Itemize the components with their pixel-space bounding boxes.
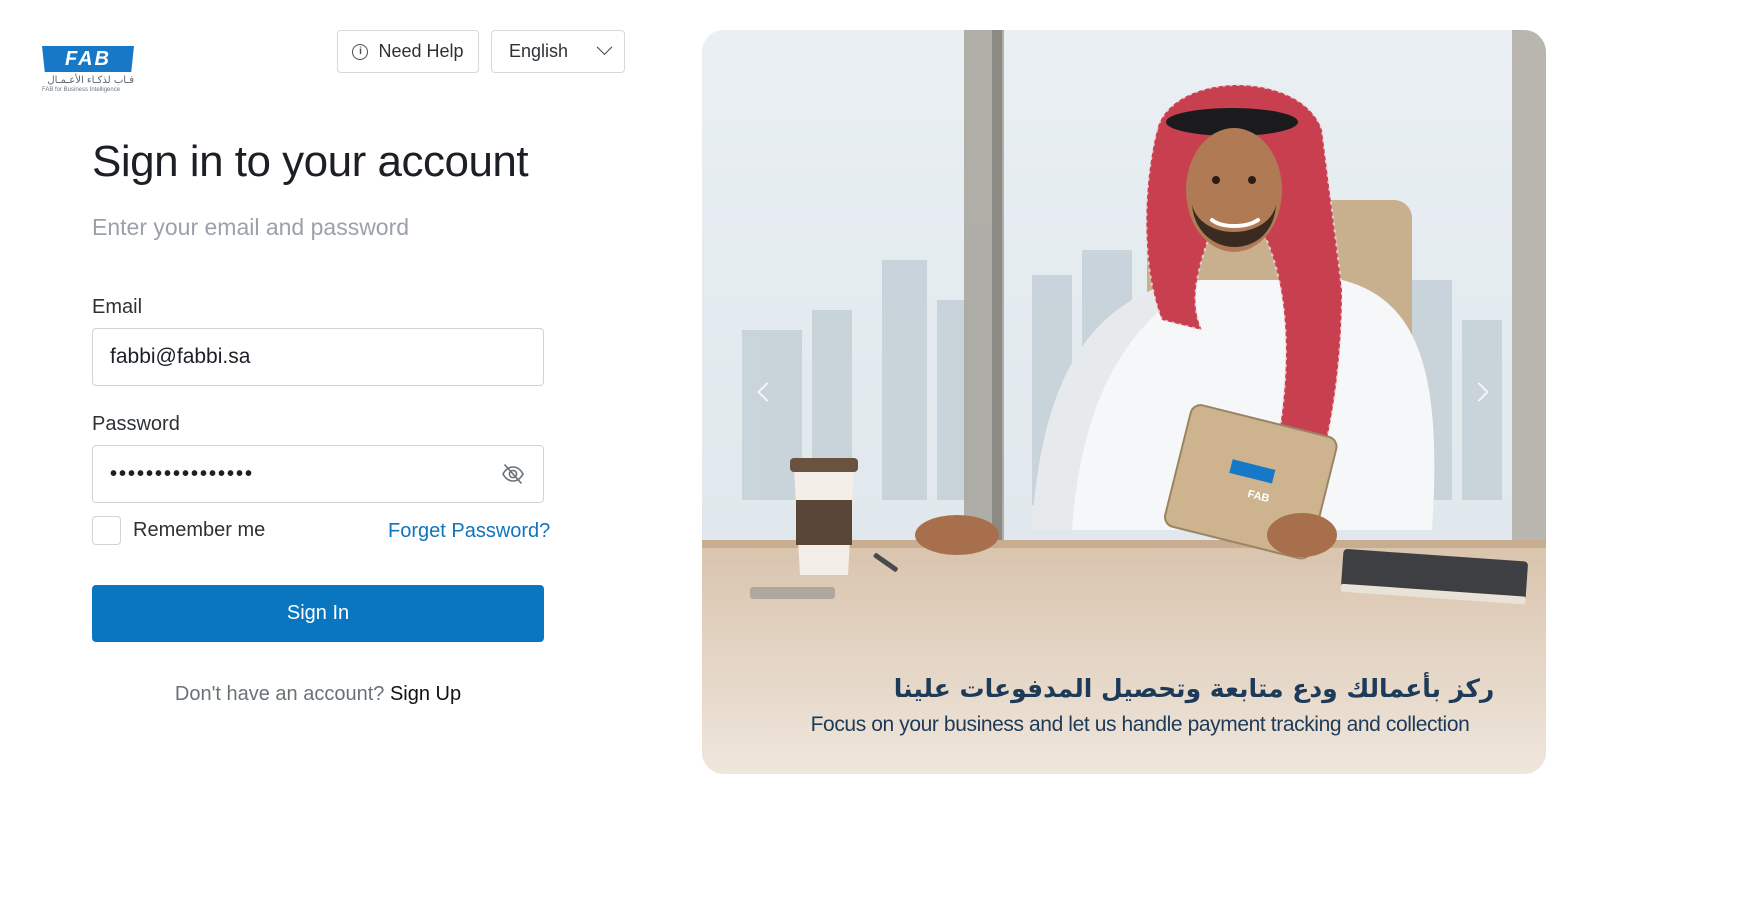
forgot-password-link[interactable]: Forget Password? <box>388 520 550 543</box>
remember-me-label: Remember me <box>133 519 266 541</box>
chevron-down-icon <box>596 39 613 56</box>
email-field[interactable]: fabbi@fabbi.sa <box>92 328 544 386</box>
brand-logo: FAB فـاب لذكـاء الأعـمـال FAB for Busine… <box>42 46 142 104</box>
signup-prompt-row: Don't have an account? Sign Up <box>92 683 544 706</box>
language-select[interactable]: English <box>491 30 625 73</box>
password-label: Password <box>92 413 180 435</box>
eye-off-icon[interactable] <box>500 461 526 487</box>
logo-english-text: FAB for Business Intelligence <box>42 87 121 93</box>
hero-tagline-arabic: ركز بأعمالك ودع متابعة وتحصيل المدفوعات … <box>893 674 1495 703</box>
info-icon: i <box>352 43 369 60</box>
need-help-button[interactable]: i Need Help <box>337 30 479 73</box>
logo-arabic-text: فـاب لذكـاء الأعـمـال <box>47 75 134 86</box>
signup-prompt: Don't have an account? <box>174 683 385 705</box>
password-value: •••••••••••••••• <box>110 462 255 485</box>
sign-up-link[interactable]: Sign Up <box>390 683 461 705</box>
need-help-label: Need Help <box>378 41 464 61</box>
language-selected: English <box>509 41 569 61</box>
logo-mark: FAB <box>42 46 134 72</box>
page-subtitle: Enter your email and password <box>92 214 410 240</box>
checkbox-box[interactable] <box>92 516 121 545</box>
hero-tagline-english: Focus on your business and let us handle… <box>810 713 1470 736</box>
sign-in-button[interactable]: Sign In <box>92 585 544 642</box>
email-label: Email <box>92 296 143 318</box>
hero-banner: FAB ركز بأعمالك ودع متابعة وتحصيل المدفو… <box>702 30 1546 774</box>
password-field[interactable]: •••••••••••••••• <box>92 445 544 503</box>
page-title: Sign in to your account <box>92 137 529 186</box>
email-value: fabbi@fabbi.sa <box>110 345 251 368</box>
hero-illustration: FAB <box>702 30 1546 774</box>
remember-me-checkbox[interactable]: Remember me <box>92 516 265 545</box>
